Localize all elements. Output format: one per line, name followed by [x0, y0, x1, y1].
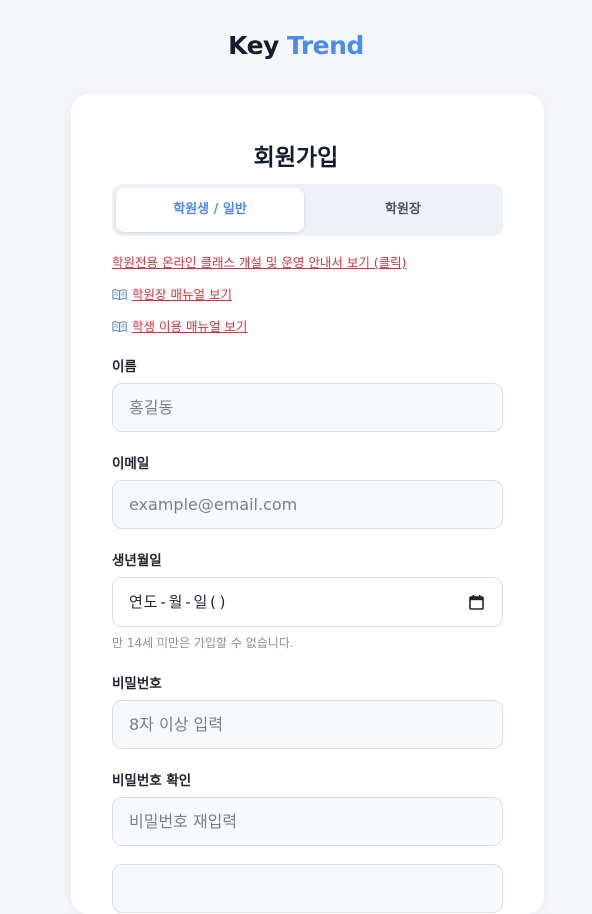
name-input[interactable] — [112, 383, 503, 432]
class-guide-link[interactable]: 학원전용 온라인 클래스 개설 및 운영 안내서 보기 (클릭) — [112, 254, 407, 272]
birthdate-hint: 만 14세 미만은 가입할 수 없습니다. — [112, 636, 294, 650]
email-label: 이메일 — [112, 456, 150, 472]
director-manual-link-label: 학원장 매뉴얼 보기 — [132, 287, 232, 302]
next-field[interactable] — [112, 864, 503, 913]
password-input[interactable] — [112, 700, 503, 749]
email-input[interactable] — [112, 480, 503, 529]
password-confirm-label: 비밀번호 확인 — [112, 773, 192, 789]
brand-logo-trend: Trend — [287, 31, 364, 60]
name-label: 이름 — [112, 359, 137, 375]
birthdate-placeholder: 연도-월-일() — [129, 593, 229, 611]
class-guide-link-label: 학원전용 온라인 클래스 개설 및 운영 안내서 보기 (클릭) — [112, 255, 407, 270]
student-manual-link-label: 학생 이용 매뉴얼 보기 — [132, 319, 248, 334]
open-book-icon — [112, 321, 127, 332]
tab-academy-director[interactable]: 학원장 — [307, 188, 499, 232]
brand-logo-key: Key — [228, 31, 279, 60]
password-label: 비밀번호 — [112, 676, 162, 692]
brand-logo[interactable]: Key Trend — [0, 30, 592, 62]
password-confirm-input[interactable] — [112, 797, 503, 846]
director-manual-link[interactable]: 학원장 매뉴얼 보기 — [112, 286, 232, 304]
account-type-tabs: 학원생 / 일반 학원장 — [112, 184, 503, 236]
page-title: 회원가입 — [253, 145, 339, 171]
open-book-icon — [112, 289, 127, 300]
student-manual-link[interactable]: 학생 이용 매뉴얼 보기 — [112, 318, 247, 336]
birthdate-label: 생년월일 — [112, 553, 162, 569]
birthdate-input[interactable]: 연도-월-일() — [112, 577, 503, 627]
calendar-icon[interactable] — [469, 595, 484, 610]
tab-student-general[interactable]: 학원생 / 일반 — [116, 188, 304, 232]
